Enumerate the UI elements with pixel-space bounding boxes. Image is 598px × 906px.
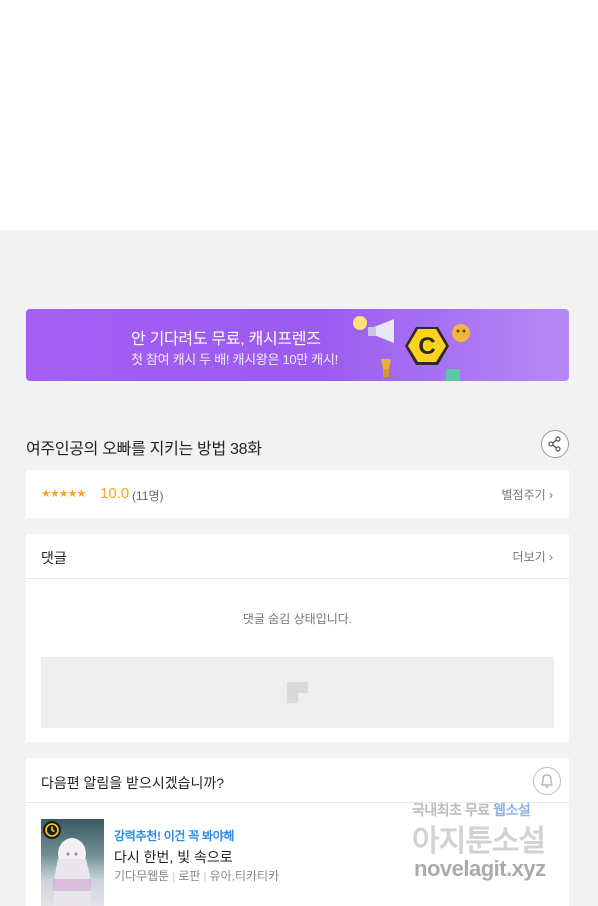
recommendation-thumbnail[interactable]: [41, 819, 104, 906]
cash-friends-banner[interactable]: 안 기다려도 무료, 캐시프렌즈 첫 참여 캐시 두 배! 캐시왕은 10만 캐…: [26, 309, 569, 381]
rec-meta-type: 기다무웹툰: [114, 869, 170, 883]
rec-meta-author: 유아,티카티카: [209, 869, 280, 883]
rating-score: 10.0: [100, 485, 130, 502]
rating-card: ★★★★★ 10.0 (11명) 별점주기 ›: [26, 470, 569, 518]
notify-title: 다음편 알림을 받으시겠습니까?: [41, 775, 225, 791]
rating-count: (11명): [132, 489, 164, 503]
share-button[interactable]: [541, 430, 569, 458]
top-blank-area: [0, 0, 598, 230]
recommendation-meta: 기다무웹툰 | 로판 | 유아,티카티카: [114, 869, 280, 883]
rate-button[interactable]: 별점주기 ›: [502, 486, 554, 503]
episode-title: 여주인공의 오빠를 지키는 방법 38화: [26, 441, 262, 458]
banner-subtitle: 첫 참여 캐시 두 배! 캐시왕은 10만 캐시!: [131, 352, 338, 367]
recommendation-tag: 강력추천! 이건 꼭 봐야해: [114, 829, 235, 843]
comments-more-link[interactable]: 더보기 ›: [513, 548, 553, 565]
rec-meta-genre: 로판: [178, 869, 201, 883]
comments-hidden-message: 댓글 숨김 상태입니다.: [242, 612, 353, 626]
banner-title: 안 기다려도 무료, 캐시프렌즈: [131, 331, 321, 348]
cash-coin-illustration: C: [353, 316, 470, 381]
bell-icon: [541, 774, 553, 788]
wait-free-clock-icon: [43, 821, 61, 839]
comments-header: 댓글 더보기 ›: [26, 534, 569, 579]
comments-title: 댓글: [41, 550, 67, 566]
recommendation-title[interactable]: 다시 한번, 빛 속으로: [114, 847, 233, 867]
comments-card: 댓글 더보기 › 댓글 숨김 상태입니다.: [26, 534, 569, 742]
svg-text:C: C: [418, 333, 435, 360]
notify-toggle-button[interactable]: [533, 767, 561, 795]
next-episode-notify-card: 다음편 알림을 받으시겠습니까? 강력추천! 이건 꼭 봐야해 다시 한번, 빛…: [26, 758, 569, 906]
image-placeholder-icon: [287, 682, 308, 703]
rating-stars: ★★★★★: [41, 488, 86, 500]
notify-header: 다음편 알림을 받으시겠습니까?: [26, 758, 569, 803]
comment-ad-placeholder: [41, 657, 554, 728]
share-icon: [548, 436, 561, 452]
